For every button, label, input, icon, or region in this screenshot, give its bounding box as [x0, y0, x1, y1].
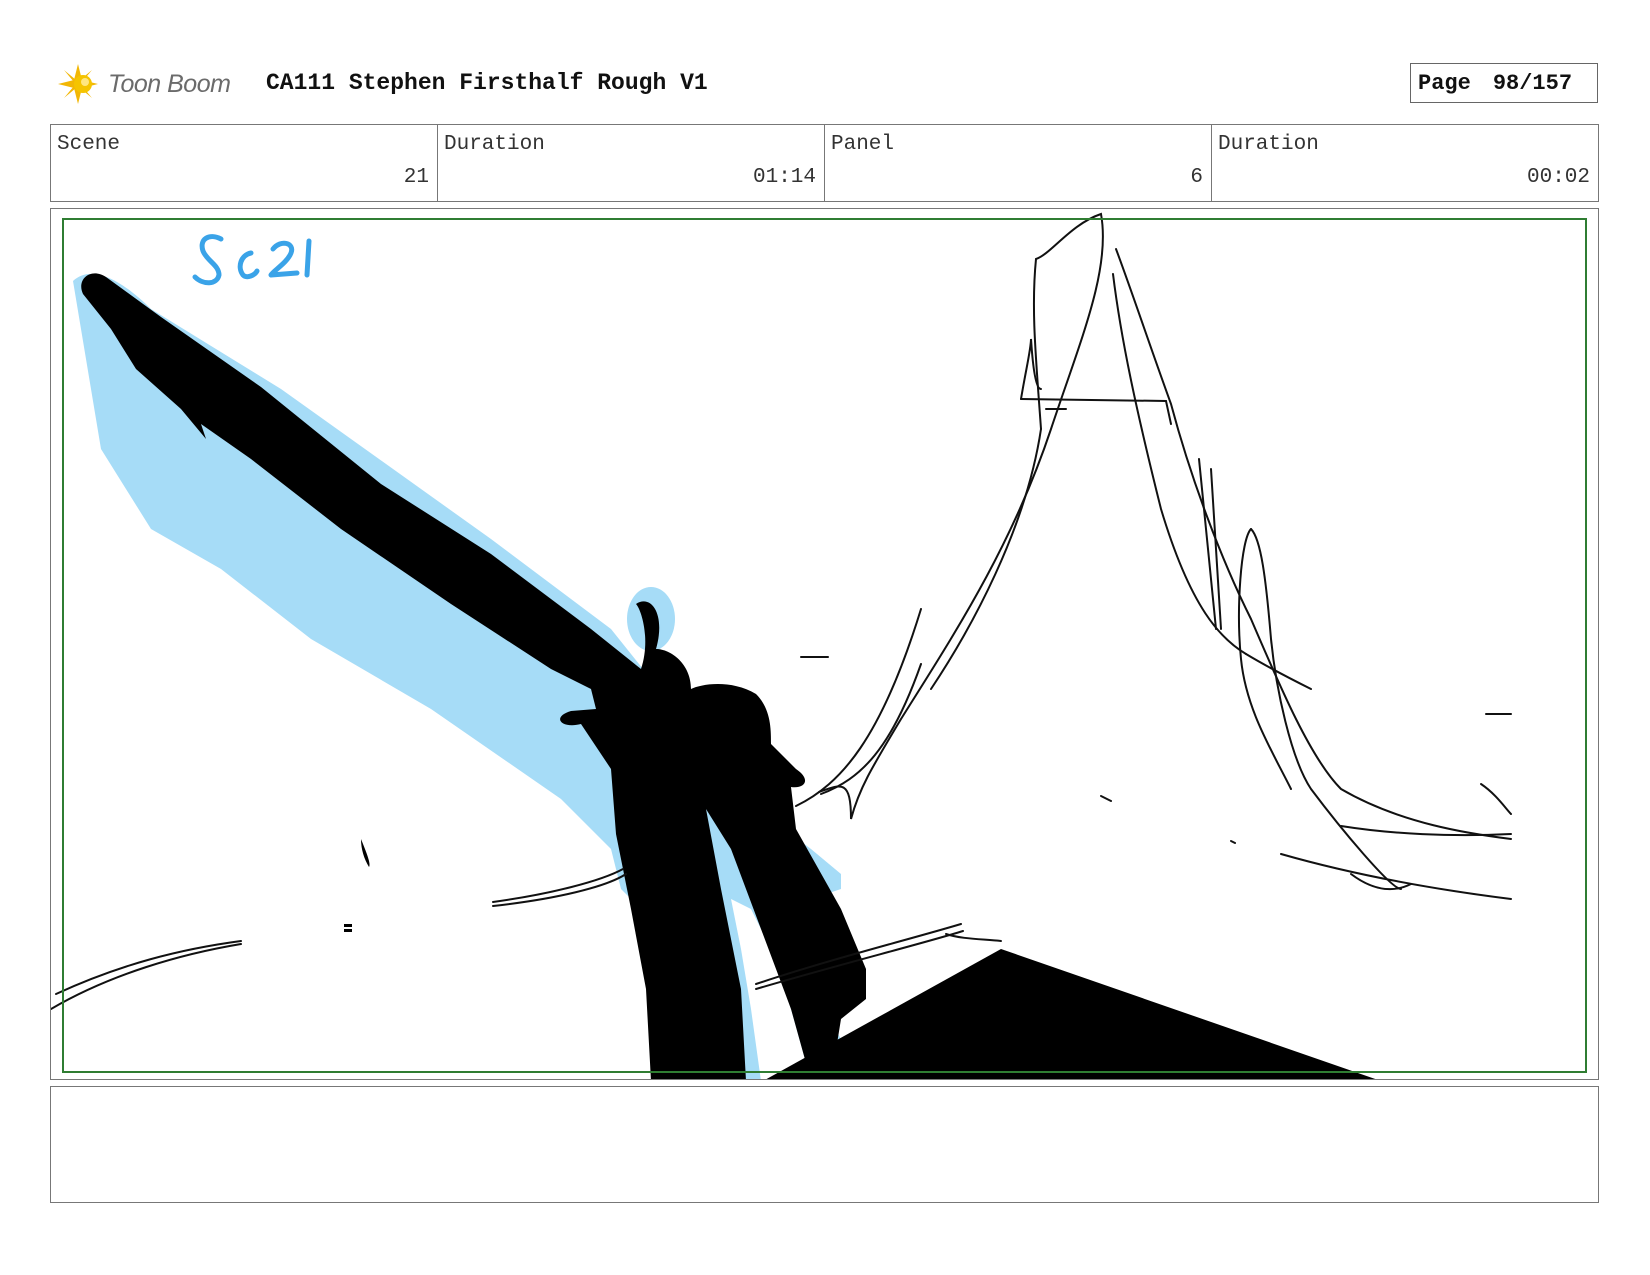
page-number: 98/157	[1492, 70, 1573, 96]
scene-duration-label: Duration	[444, 133, 545, 156]
page-label: Page	[1418, 70, 1471, 96]
page-indicator: Page 98/157	[1410, 63, 1598, 103]
panel-duration-label: Duration	[1218, 133, 1319, 156]
scene-cell: Scene 21	[51, 125, 438, 201]
scene-label: Scene	[57, 133, 121, 156]
panel-notes-box	[50, 1086, 1599, 1203]
panel-cell: Panel 6	[825, 125, 1212, 201]
scene-value: 21	[403, 166, 429, 189]
toon-boom-logo: Toon Boom	[52, 58, 231, 110]
panel-duration-cell: Duration 00:02	[1212, 125, 1598, 201]
burst-icon	[58, 64, 98, 104]
document-title: CA111 Stephen Firsthalf Rough V1	[266, 70, 708, 96]
scene-duration-value: 01:14	[752, 166, 816, 189]
panel-duration-value: 00:02	[1526, 166, 1590, 189]
scene-duration-cell: Duration 01:14	[438, 125, 825, 201]
storyboard-panel	[50, 208, 1599, 1080]
panel-info-row: Scene 21 Duration 01:14 Panel 6 Duration…	[50, 124, 1599, 202]
panel-value: 6	[1190, 166, 1203, 189]
logo-text: Toon Boom	[108, 69, 231, 98]
panel-label: Panel	[831, 133, 895, 156]
safe-area-frame	[62, 218, 1587, 1073]
